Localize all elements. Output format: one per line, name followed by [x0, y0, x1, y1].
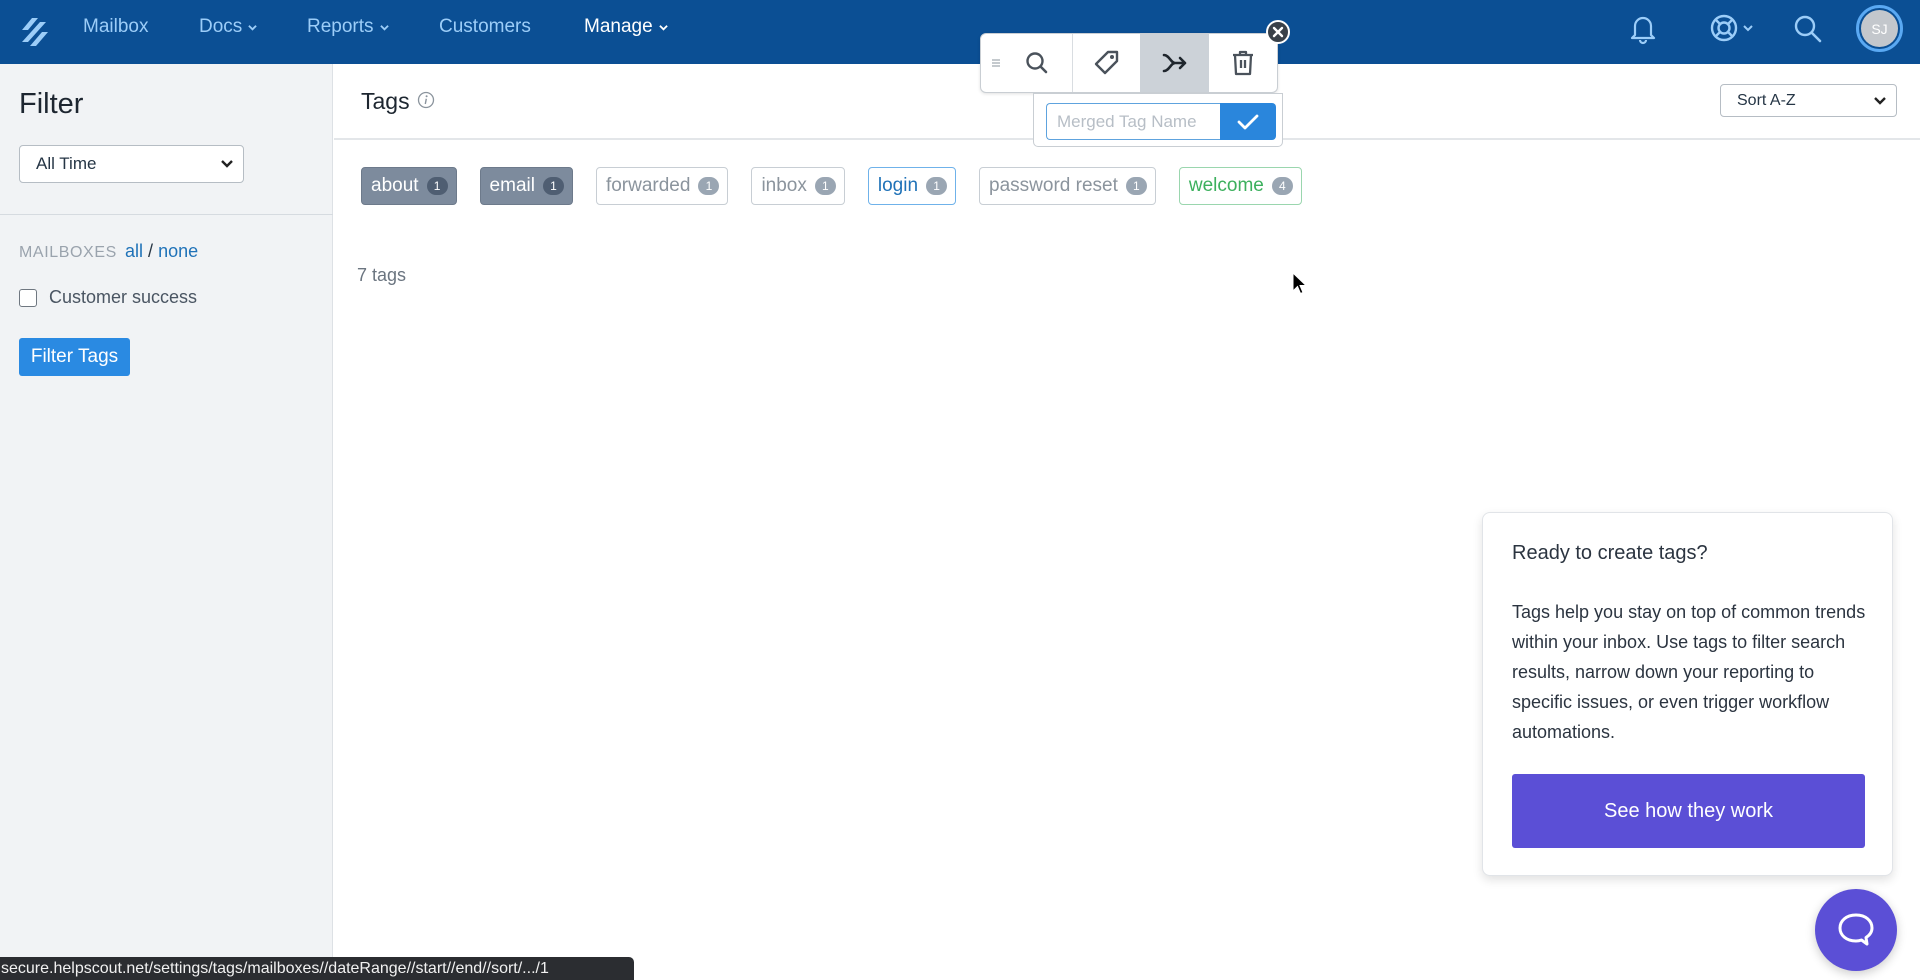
tag-action-toolbar — [980, 33, 1278, 93]
sidebar-divider — [0, 214, 333, 215]
tag-welcome[interactable]: welcome 4 — [1178, 167, 1302, 205]
help-menu[interactable] — [1709, 13, 1753, 43]
tag-count-badge: 1 — [926, 177, 948, 195]
bell-icon[interactable] — [1628, 13, 1658, 45]
nav-manage[interactable]: Manage — [584, 16, 668, 38]
drag-handle[interactable] — [981, 34, 1003, 92]
tag-count-badge: 1 — [1125, 177, 1147, 195]
nav-reports[interactable]: Reports — [307, 16, 389, 38]
card-body: Tags help you stay on top of common tren… — [1512, 602, 1866, 742]
card-title: Ready to create tags? — [1512, 542, 1708, 564]
tag-name: forwarded — [605, 175, 691, 196]
chat-bubble-icon — [1838, 913, 1874, 946]
tag-count-badge: 4 — [1271, 177, 1293, 195]
info-icon[interactable] — [417, 91, 435, 109]
filter-tags-button[interactable]: Filter Tags — [19, 338, 130, 376]
top-nav: Mailbox Docs Reports Customers Manage SJ — [0, 0, 1920, 64]
onboarding-card: Ready to create tags? Tags help you stay… — [1482, 512, 1893, 876]
confirm-merge-button[interactable] — [1220, 103, 1276, 140]
mailbox-option[interactable]: Customer success — [19, 287, 197, 308]
merged-tag-name-input[interactable] — [1046, 103, 1220, 140]
chevron-down-icon — [221, 160, 233, 168]
tag-email[interactable]: email 1 — [479, 167, 573, 205]
merge-icon — [1162, 53, 1187, 73]
date-range-select[interactable]: All Time — [19, 145, 244, 183]
avatar[interactable]: SJ — [1856, 5, 1903, 52]
tag-about[interactable]: about 1 — [361, 167, 457, 205]
tag-count-badge: 1 — [426, 177, 448, 195]
select-all-link[interactable]: all — [125, 241, 143, 261]
merge-tag-panel — [1033, 93, 1283, 147]
link-status-bar: secure.helpscout.net/settings/tags/mailb… — [0, 957, 634, 980]
nav-customers-label: Customers — [439, 16, 531, 37]
tag-count-badge: 1 — [542, 177, 564, 195]
toolbar-tag-button[interactable] — [1073, 34, 1141, 92]
filter-title: Filter — [19, 88, 84, 120]
tag-total-count: 7 tags — [357, 265, 407, 285]
search-icon[interactable] — [1793, 14, 1823, 44]
tag-name: password reset — [989, 175, 1118, 196]
nav-docs[interactable]: Docs — [199, 16, 258, 38]
checkmark-icon — [1237, 114, 1259, 129]
sort-select[interactable]: Sort A-Z — [1720, 84, 1897, 117]
helpscout-logo-icon[interactable] — [18, 12, 50, 52]
chevron-down-icon — [1874, 96, 1886, 105]
tag-name: login — [877, 175, 919, 196]
chat-beacon-button[interactable] — [1815, 889, 1897, 971]
nav-customers[interactable]: Customers — [439, 16, 531, 38]
chevron-down-icon — [248, 24, 258, 31]
toolbar-search-button[interactable] — [1003, 34, 1073, 92]
lifebuoy-icon — [1710, 14, 1738, 42]
nav-docs-label: Docs — [199, 16, 243, 37]
mouse-cursor-icon — [1292, 272, 1308, 295]
sort-value: Sort A-Z — [1737, 91, 1796, 109]
mailbox-option-label: Customer success — [49, 287, 198, 307]
chevron-down-icon — [1743, 25, 1753, 32]
nav-manage-label: Manage — [584, 16, 653, 37]
tag-inbox[interactable]: inbox 1 — [751, 167, 845, 205]
tag-name: about — [371, 175, 419, 196]
select-none-link[interactable]: none — [158, 241, 198, 261]
tag-password-reset[interactable]: password reset 1 — [979, 167, 1156, 205]
tag-list: about 1 email 1 forwarded 1 inbox 1 logi… — [361, 167, 1302, 205]
tag-count-badge: 1 — [698, 177, 720, 195]
nav-mailbox[interactable]: Mailbox — [83, 16, 148, 38]
close-icon — [1272, 26, 1284, 38]
see-how-they-work-button[interactable]: See how they work — [1512, 774, 1865, 848]
filter-sidebar: Filter All Time MAILBOXES all / none Cus… — [0, 64, 333, 980]
date-range-value: All Time — [36, 154, 97, 173]
tag-name: welcome — [1188, 175, 1264, 196]
nav-mailbox-label: Mailbox — [83, 16, 149, 37]
link-separator: / — [148, 241, 154, 261]
page-title: Tags — [361, 88, 410, 114]
tag-name: email — [489, 175, 535, 196]
mailboxes-label: MAILBOXES — [19, 244, 117, 261]
nav-reports-label: Reports — [307, 16, 374, 37]
chevron-down-icon — [379, 24, 389, 31]
toolbar-delete-button[interactable] — [1209, 34, 1277, 92]
toolbar-merge-button[interactable] — [1140, 34, 1210, 92]
tag-login[interactable]: login 1 — [867, 167, 957, 205]
grip-icon — [991, 59, 1000, 67]
mailbox-select-links: all / none — [125, 241, 198, 262]
tag-forwarded[interactable]: forwarded 1 — [595, 167, 729, 205]
search-icon — [1026, 52, 1048, 74]
mailbox-checkbox[interactable] — [19, 288, 37, 307]
trash-icon — [1233, 50, 1254, 76]
tag-icon — [1094, 50, 1118, 75]
tag-name: inbox — [761, 175, 807, 196]
tag-count-badge: 1 — [814, 177, 836, 195]
chevron-down-icon — [658, 24, 668, 31]
avatar-initials: SJ — [1861, 10, 1898, 47]
toolbar-close-button[interactable] — [1266, 20, 1290, 44]
